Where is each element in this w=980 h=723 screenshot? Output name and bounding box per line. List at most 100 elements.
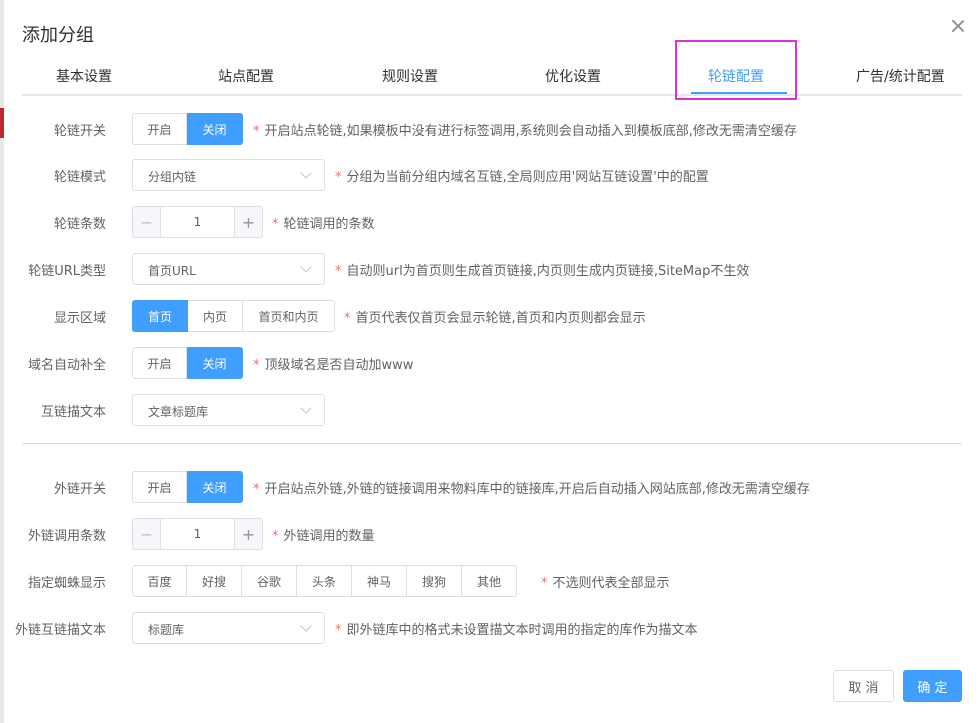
form-row-link-anchor-text: 互链描文本 文章标题库 xyxy=(4,394,964,426)
chevron-down-icon xyxy=(300,620,312,632)
decrement-button[interactable]: − xyxy=(133,519,161,549)
field-label: 域名自动补全 xyxy=(27,358,106,373)
decrement-button[interactable]: − xyxy=(133,207,161,237)
field-tip: * 开启站点轮链,如果模板中没有进行标签调用,系统则会自动插入到模板底部,修改无需… xyxy=(253,120,797,139)
form-row-lunlian-count: 轮链条数 − 1 + * 轮链调用的条数 xyxy=(4,206,964,238)
required-mark: * xyxy=(272,529,279,544)
form-row-outlink-anchor-text: 外链互链描文本 标题库 * 即外链库中的格式未设置描文本时调用的指定的库作为描文本 xyxy=(4,612,964,644)
active-tab-indicator xyxy=(691,92,787,94)
chevron-down-icon xyxy=(300,261,312,273)
field-label: 指定蜘蛛显示 xyxy=(27,576,106,591)
required-mark: * xyxy=(253,358,260,373)
tip-text: 自动则url为首页则生成首页链接,内页则生成内页链接,SiteMap不生效 xyxy=(346,264,750,279)
required-mark: * xyxy=(335,170,342,185)
field-label: 轮链条数 xyxy=(53,217,106,232)
field-tip: * 不选则代表全部显示 xyxy=(541,572,670,591)
chevron-down-icon xyxy=(300,402,312,414)
option-shenma[interactable]: 神马 xyxy=(352,565,407,597)
option-home-and-inner[interactable]: 首页和内页 xyxy=(243,300,335,332)
option-haosou[interactable]: 好搜 xyxy=(187,565,242,597)
tab-bar: 基本设置 站点配置 规则设置 优化设置 轮链配置 广告/统计配置 xyxy=(22,56,962,96)
tip-text: 开启站点轮链,如果模板中没有进行标签调用,系统则会自动插入到模板底部,修改无需清… xyxy=(264,124,797,139)
increment-button[interactable]: + xyxy=(234,207,262,237)
stepper-value[interactable]: 1 xyxy=(161,527,234,541)
option-other[interactable]: 其他 xyxy=(462,565,517,597)
select-value: 标题库 xyxy=(148,623,185,637)
tip-text: 不选则代表全部显示 xyxy=(552,576,670,591)
tab-rule-settings[interactable]: 规则设置 xyxy=(382,66,438,86)
form-row-domain-autocomplete: 域名自动补全 开启 关闭 * 顶级域名是否自动加www xyxy=(4,347,964,379)
option-inner[interactable]: 内页 xyxy=(188,300,243,332)
outlink-count-stepper: − 1 + xyxy=(132,518,263,550)
tab-ads-stats-config[interactable]: 广告/统计配置 xyxy=(856,66,945,86)
field-tip: * 轮链调用的条数 xyxy=(272,213,375,232)
field-label: 轮链URL类型 xyxy=(28,264,106,279)
section-divider xyxy=(22,443,962,444)
field-tip: * 首页代表仅首页会显示轮链,首页和内页则都会显示 xyxy=(344,307,646,326)
field-label: 互链描文本 xyxy=(40,405,106,420)
field-label: 显示区域 xyxy=(53,311,106,326)
tip-text: 顶级域名是否自动加www xyxy=(264,358,414,373)
tab-optimize-settings[interactable]: 优化设置 xyxy=(545,66,601,86)
tip-text: 轮链调用的条数 xyxy=(283,217,375,232)
lunlian-switch-group: 开启 关闭 xyxy=(132,113,243,145)
field-tip: * 自动则url为首页则生成首页链接,内页则生成内页链接,SiteMap不生效 xyxy=(335,260,749,279)
option-baidu[interactable]: 百度 xyxy=(132,565,187,597)
tip-text: 即外链库中的格式未设置描文本时调用的指定的库作为描文本 xyxy=(346,623,698,638)
confirm-button[interactable]: 确 定 xyxy=(903,670,962,702)
option-off[interactable]: 关闭 xyxy=(187,113,243,145)
tip-text: 首页代表仅首页会显示轮链,首页和内页则都会显示 xyxy=(355,311,646,326)
required-mark: * xyxy=(272,217,279,232)
form-row-lunlian-url-type: 轮链URL类型 首页URL * 自动则url为首页则生成首页链接,内页则生成内页链… xyxy=(4,253,964,285)
stepper-value[interactable]: 1 xyxy=(161,215,234,229)
required-mark: * xyxy=(344,311,351,326)
option-home[interactable]: 首页 xyxy=(132,300,188,332)
lunlian-url-type-select[interactable]: 首页URL xyxy=(132,253,325,285)
option-on[interactable]: 开启 xyxy=(132,471,187,503)
required-mark: * xyxy=(335,264,342,279)
field-label: 轮链模式 xyxy=(53,170,106,185)
increment-button[interactable]: + xyxy=(234,519,262,549)
domain-autocomplete-group: 开启 关闭 xyxy=(132,347,243,379)
tip-text: 外链调用的数量 xyxy=(283,529,375,544)
option-off[interactable]: 关闭 xyxy=(187,347,243,379)
select-value: 首页URL xyxy=(148,264,196,278)
form-row-outlink-count: 外链调用条数 − 1 + * 外链调用的数量 xyxy=(4,518,964,550)
field-label: 轮链开关 xyxy=(53,124,106,139)
tab-site-config[interactable]: 站点配置 xyxy=(218,66,274,86)
field-tip: * 即外链库中的格式未设置描文本时调用的指定的库作为描文本 xyxy=(335,619,698,638)
option-sogou[interactable]: 搜狗 xyxy=(407,565,462,597)
tip-text: 分组为当前分组内域名互链,全局则应用'网站互链设置'中的配置 xyxy=(346,170,709,185)
option-google[interactable]: 谷歌 xyxy=(242,565,297,597)
lunlian-mode-select[interactable]: 分组内链 xyxy=(132,159,325,191)
field-tip: * 分组为当前分组内域名互链,全局则应用'网站互链设置'中的配置 xyxy=(335,166,709,185)
option-on[interactable]: 开启 xyxy=(132,347,187,379)
outlink-anchor-text-select[interactable]: 标题库 xyxy=(132,612,325,644)
spider-display-group: 百度 好搜 谷歌 头条 神马 搜狗 其他 xyxy=(132,565,517,597)
close-icon[interactable] xyxy=(950,18,966,34)
chevron-down-icon xyxy=(300,167,312,179)
field-tip: * 开启站点外链,外链的链接调用来物料库中的链接库,开启后自动插入网站底部,修改无… xyxy=(253,478,810,497)
option-on[interactable]: 开启 xyxy=(132,113,187,145)
field-label: 外链开关 xyxy=(53,482,106,497)
select-value: 文章标题库 xyxy=(148,405,209,419)
tab-basic-settings[interactable]: 基本设置 xyxy=(56,66,112,86)
required-mark: * xyxy=(335,623,342,638)
link-anchor-text-select[interactable]: 文章标题库 xyxy=(132,394,325,426)
option-off[interactable]: 关闭 xyxy=(187,471,243,503)
field-tip: * 外链调用的数量 xyxy=(272,525,375,544)
field-label: 外链互链描文本 xyxy=(14,623,106,638)
form-row-lunlian-mode: 轮链模式 分组内链 * 分组为当前分组内域名互链,全局则应用'网站互链设置'中的配… xyxy=(4,159,964,191)
display-area-group: 首页 内页 首页和内页 xyxy=(132,300,335,332)
form-row-outlink-switch: 外链开关 开启 关闭 * 开启站点外链,外链的链接调用来物料库中的链接库,开启后自… xyxy=(4,471,964,503)
tip-text: 开启站点外链,外链的链接调用来物料库中的链接库,开启后自动插入网站底部,修改无需… xyxy=(264,482,810,497)
outlink-switch-group: 开启 关闭 xyxy=(132,471,243,503)
option-toutiao[interactable]: 头条 xyxy=(297,565,352,597)
tab-lunlian-config[interactable]: 轮链配置 xyxy=(708,66,764,86)
form-row-spider-display: 指定蜘蛛显示 百度 好搜 谷歌 头条 神马 搜狗 其他 * 不选则代表全部显示 xyxy=(4,565,964,597)
dialog-title: 添加分组 xyxy=(22,25,94,46)
field-label: 外链调用条数 xyxy=(27,529,106,544)
lunlian-count-stepper: − 1 + xyxy=(132,206,263,238)
form-row-display-area: 显示区域 首页 内页 首页和内页 * 首页代表仅首页会显示轮链,首页和内页则都会显… xyxy=(4,300,964,332)
cancel-button[interactable]: 取 消 xyxy=(833,670,894,702)
